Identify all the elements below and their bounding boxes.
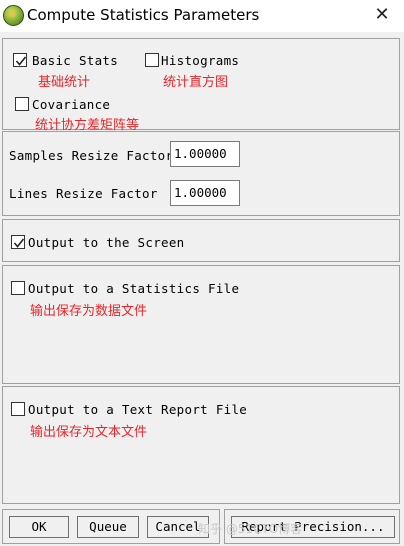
output-report-file-checkbox[interactable] [11, 402, 25, 416]
stats-file-panel: Output to a Statistics File 输出保存为数据文件 [2, 265, 400, 384]
watermark: 知乎 @51CTO博客 [198, 522, 303, 536]
covariance-label: Covariance [32, 97, 111, 112]
lines-resize-input[interactable]: 1.00000 [170, 180, 240, 206]
screen-output-panel: Output to the Screen [2, 219, 400, 262]
samples-resize-label: Samples Resize Factor [9, 148, 174, 163]
samples-resize-input[interactable]: 1.00000 [170, 141, 240, 167]
resize-factor-panel: Samples Resize Factor 1.00000 Lines Resi… [2, 131, 400, 216]
envi-globe-icon [3, 5, 24, 26]
close-icon[interactable]: ✕ [370, 3, 394, 27]
lines-resize-label: Lines Resize Factor [9, 186, 158, 201]
basic-stats-checkbox[interactable] [13, 53, 27, 67]
queue-button[interactable]: Queue [77, 516, 139, 538]
report-file-panel: Output to a Text Report File 输出保存为文本文件 [2, 386, 400, 504]
output-report-file-label: Output to a Text Report File [28, 402, 248, 417]
output-screen-checkbox[interactable] [11, 235, 25, 249]
dialog-body: Basic Stats 基础统计 Histograms 统计直方图 Covari… [0, 32, 404, 546]
stats-options-panel: Basic Stats 基础统计 Histograms 统计直方图 Covari… [2, 38, 400, 133]
histograms-checkbox[interactable] [145, 53, 159, 67]
output-screen-label: Output to the Screen [28, 235, 185, 250]
title-bar: Compute Statistics Parameters ✕ [0, 0, 404, 32]
stats-file-note: 输出保存为数据文件 [30, 304, 148, 319]
report-file-note: 输出保存为文本文件 [30, 425, 148, 440]
dialog-window: Compute Statistics Parameters ✕ Basic St… [0, 0, 404, 546]
histograms-label: Histograms [161, 53, 240, 68]
output-stats-file-label: Output to a Statistics File [28, 281, 240, 296]
check-icon [15, 56, 27, 66]
check-icon [13, 238, 25, 248]
covariance-checkbox[interactable] [15, 97, 29, 111]
window-title: Compute Statistics Parameters [27, 6, 260, 24]
ok-button[interactable]: OK [9, 516, 69, 538]
basic-stats-note: 基础统计 [38, 75, 91, 90]
action-button-group: OK Queue Cancel [2, 509, 220, 544]
output-stats-file-checkbox[interactable] [11, 281, 25, 295]
basic-stats-label: Basic Stats [32, 53, 119, 68]
histograms-note: 统计直方图 [163, 75, 229, 90]
